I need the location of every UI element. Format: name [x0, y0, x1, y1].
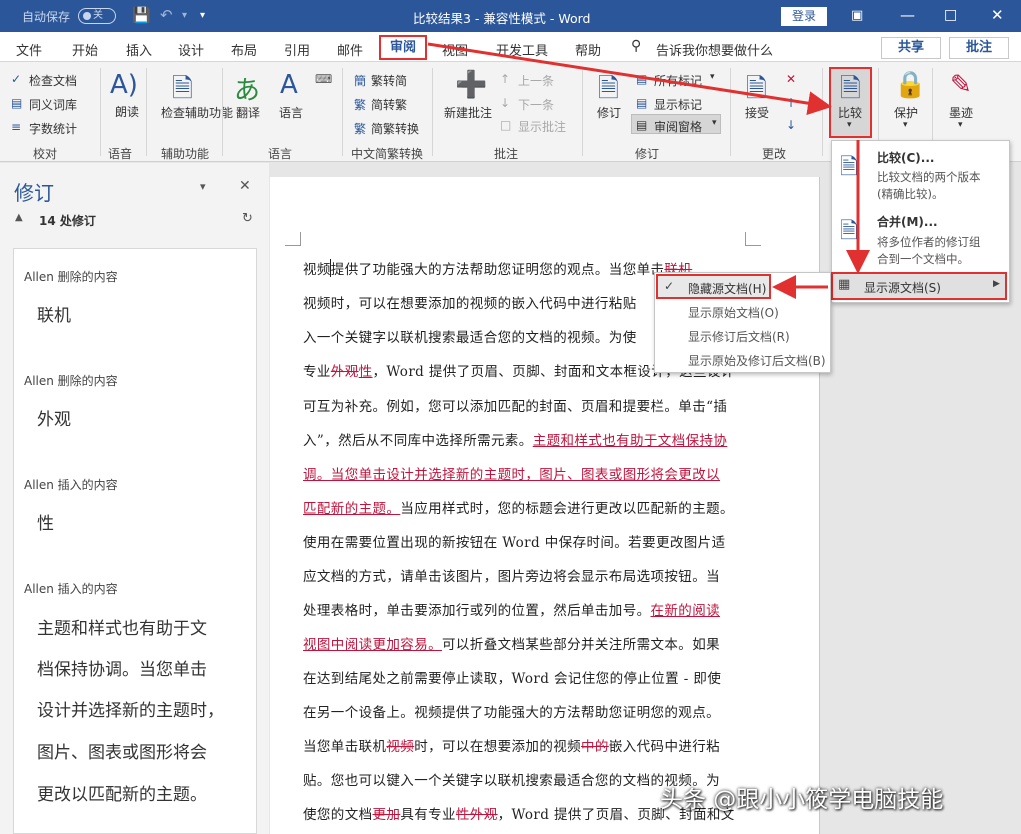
annotation-arrows	[427, 42, 870, 299]
watermark: 头条 @跟小小筱学电脑技能	[660, 787, 944, 813]
arrow-review-to-compare	[427, 42, 832, 116]
